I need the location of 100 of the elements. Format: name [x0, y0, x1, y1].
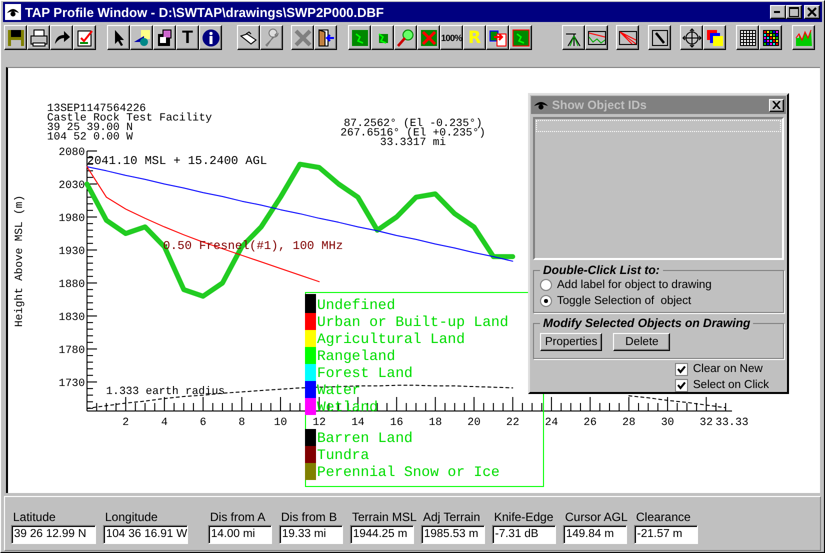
readout-field: 104 36 16.91 W	[103, 525, 188, 544]
legend-label: Water	[317, 383, 361, 399]
field-label: Cursor AGL	[564, 510, 627, 525]
toolbar-button[interactable]	[703, 25, 726, 50]
grid-icon	[738, 28, 758, 48]
toolbar-button[interactable]	[348, 25, 371, 50]
toolbar-button[interactable]	[417, 25, 440, 50]
dialog-button[interactable]: Delete	[613, 333, 670, 351]
delete-icon	[292, 28, 312, 48]
tick-label: 20	[467, 417, 481, 429]
toolbar-button[interactable]	[648, 25, 671, 50]
tick-label: 26	[584, 417, 597, 429]
move-icon	[682, 28, 702, 48]
readout-field: -21.57 m	[634, 525, 698, 544]
site-info-text: 104 52 0.00 W	[47, 132, 133, 144]
maximize-icon	[789, 7, 799, 17]
dialog-title: Show Object IDs	[552, 98, 647, 112]
toolbar-button[interactable]	[371, 25, 394, 50]
checkbox-label: Select on Click	[693, 379, 770, 391]
legend-label: Tundra	[317, 448, 370, 464]
toolbar-button[interactable]	[509, 25, 532, 50]
legend-label: Undefined	[317, 298, 396, 314]
toolbar-button[interactable]	[153, 25, 176, 50]
toolbar-button[interactable]	[562, 25, 585, 50]
tick-label: 1730	[58, 378, 85, 390]
field-label: Knife-Edge	[493, 510, 554, 525]
legend-label: Urban or Built-up Land	[317, 315, 508, 331]
minimize-button[interactable]	[770, 5, 786, 19]
tick-label: 24	[544, 417, 558, 429]
shapes-icon	[132, 28, 152, 48]
radio-button[interactable]	[540, 279, 552, 291]
app-icon	[5, 4, 21, 20]
close-icon	[807, 7, 817, 17]
radio-label: Add label for object to drawing	[557, 279, 712, 291]
info-icon	[200, 28, 220, 48]
copy-icon	[488, 28, 508, 48]
tick-label: 14	[351, 417, 365, 429]
toolbar-button[interactable]	[486, 25, 509, 50]
toolbar-button[interactable]	[585, 25, 608, 50]
map-icon	[350, 28, 370, 48]
radio-button[interactable]	[540, 295, 552, 307]
door-icon	[316, 28, 336, 48]
window-title: TAP Profile Window - D:\SWTAP\drawings\SWP2P000.DBF	[25, 4, 384, 20]
tick-label: 22	[506, 417, 520, 429]
toolbar-button[interactable]	[237, 25, 260, 50]
tick-label: 1780	[58, 344, 85, 357]
checkbox[interactable]	[675, 378, 688, 392]
maximize-button[interactable]	[786, 5, 802, 19]
tick-label: 16	[390, 417, 404, 429]
toolbar-button[interactable]	[107, 25, 130, 50]
path-info-text: 33.3317 mi	[380, 137, 446, 149]
toolbar-button[interactable]	[260, 25, 283, 50]
toolbar-button[interactable]	[792, 25, 815, 50]
toolbar-button[interactable]	[130, 25, 153, 50]
object-list[interactable]	[533, 117, 784, 260]
toolbar-button[interactable]	[759, 25, 782, 50]
field-label: Terrain MSL	[351, 510, 414, 525]
checkbox[interactable]	[675, 362, 688, 376]
radio-label: Toggle Selection of object	[557, 295, 692, 307]
tick-label: 2030	[58, 180, 85, 192]
readout-field: 1985.53 m	[421, 525, 485, 544]
histogram-icon	[794, 28, 814, 48]
printer-icon	[28, 28, 48, 48]
toolbar-button[interactable]	[291, 25, 314, 50]
axis-title: Height Above MSL (m)	[14, 194, 26, 328]
tick-label: 1880	[58, 278, 85, 291]
dialog-button[interactable]: Properties	[540, 333, 602, 351]
toolbar-button[interactable]	[394, 25, 417, 50]
toolbar-button[interactable]	[27, 25, 50, 50]
tick-label: 28	[622, 417, 636, 429]
readout-field: 19.33 mi	[279, 525, 343, 544]
close-button[interactable]	[804, 5, 820, 19]
readout-field: 149.84 m	[563, 525, 627, 544]
tick-label: 4	[161, 417, 168, 429]
antenna-label: 2041.10 MSL + 15.2400 AGL	[87, 154, 268, 168]
toolbar-button[interactable]: T	[176, 25, 199, 50]
toolbar-button[interactable]	[616, 25, 639, 50]
toolbar-button[interactable]	[4, 25, 27, 50]
toolbar-button[interactable]	[50, 25, 73, 50]
toolbar-button[interactable]	[680, 25, 703, 50]
legend-label: Barren Land	[317, 431, 413, 447]
toolbar-button[interactable]	[314, 25, 337, 50]
tick-label: 30	[660, 417, 674, 429]
field-label: Clearance	[635, 510, 692, 525]
tick-label: 2080	[58, 147, 85, 159]
legend-label: Forest Land	[317, 366, 413, 382]
checkbox-label: Clear on New	[693, 363, 763, 375]
field-label: Latitude	[12, 510, 57, 525]
tick-label: 1980	[58, 213, 85, 225]
close-button[interactable]	[769, 98, 784, 112]
tick-label: 1930	[58, 246, 85, 258]
toolbar-button[interactable]: 100%	[440, 25, 463, 50]
legend-label: Rangeland	[317, 349, 396, 365]
legend-label: Agricultural Land	[317, 332, 465, 348]
minimize-icon	[774, 10, 782, 14]
toolbar-button[interactable]	[73, 25, 96, 50]
map-delete-icon	[418, 28, 438, 48]
toolbar-button[interactable]	[736, 25, 759, 50]
tick-label: 6	[200, 417, 206, 429]
toolbar-button[interactable]	[199, 25, 222, 50]
